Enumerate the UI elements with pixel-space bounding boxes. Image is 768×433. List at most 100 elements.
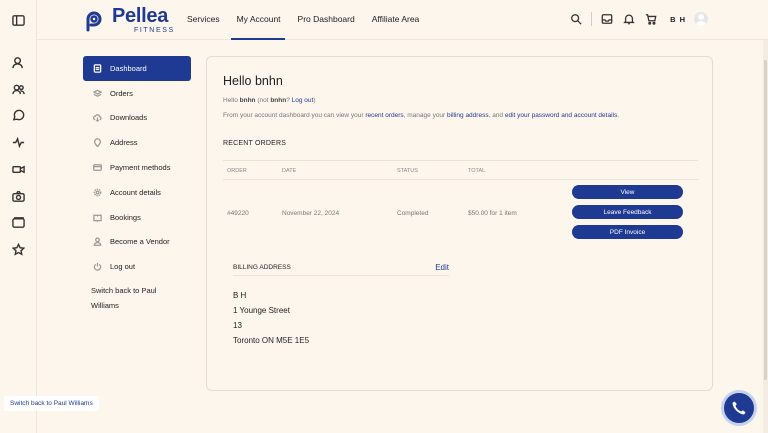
account-nav-label: Address bbox=[110, 138, 138, 148]
column-status: STATUS bbox=[397, 168, 418, 174]
bell-icon[interactable] bbox=[622, 12, 636, 26]
brand-logo[interactable]: Pellea FITNESS bbox=[84, 6, 175, 34]
switch-back-link[interactable]: Switch back to Paul Williams bbox=[83, 283, 183, 313]
greeting-not-text: (not bbox=[255, 97, 271, 104]
avatar[interactable] bbox=[694, 12, 708, 26]
chat-icon[interactable] bbox=[11, 108, 25, 122]
power-icon bbox=[92, 262, 102, 272]
billing-address-link[interactable]: billing address bbox=[447, 112, 489, 119]
logo-mark-icon bbox=[86, 11, 102, 32]
column-total: TOTAL bbox=[468, 168, 486, 174]
order-total: $50.00 for 1 item bbox=[468, 210, 517, 217]
dashboard-icon bbox=[92, 63, 102, 73]
view-order-button[interactable]: View bbox=[572, 185, 683, 199]
logout-link[interactable]: Log out bbox=[292, 97, 314, 104]
account-nav-payment-methods[interactable]: Payment methods bbox=[83, 155, 191, 180]
camera-icon[interactable] bbox=[11, 189, 25, 203]
account-nav-bookings[interactable]: Bookings bbox=[83, 205, 191, 230]
account-nav-label: Payment methods bbox=[110, 163, 171, 173]
username-not: bnhn bbox=[270, 97, 287, 104]
account-nav-label: Become a Vendor bbox=[110, 237, 170, 247]
address-line: 13 bbox=[233, 321, 242, 330]
order-status: Completed bbox=[397, 210, 429, 217]
account-nav-dashboard[interactable]: Dashboard bbox=[83, 56, 191, 81]
orders-table: ORDER DATE STATUS TOTAL #49220 November … bbox=[223, 160, 698, 246]
sidebar-toggle-icon[interactable] bbox=[11, 13, 25, 27]
scrollbar-thumb[interactable] bbox=[764, 60, 767, 380]
brand-name: Pellea bbox=[112, 5, 169, 27]
location-pin-icon bbox=[92, 138, 102, 148]
order-number[interactable]: #49220 bbox=[227, 210, 249, 217]
account-nav-label: Orders bbox=[110, 88, 133, 98]
desc-text: From your account dashboard you can view… bbox=[223, 112, 366, 119]
billing-title: BILLING ADDRESS bbox=[233, 263, 291, 271]
recent-orders-heading: RECENT ORDERS bbox=[223, 140, 287, 147]
switch-back-floating-link[interactable]: Switch back to Paul Williams bbox=[4, 396, 99, 411]
nav-my-account[interactable]: My Account bbox=[230, 14, 285, 40]
account-nav-label: Log out bbox=[110, 262, 136, 272]
credit-card-icon bbox=[92, 163, 102, 173]
account-nav-orders[interactable]: Orders bbox=[83, 81, 191, 106]
edit-billing-link[interactable]: Edit bbox=[435, 263, 449, 272]
table-row: #49220 November 22, 2024 Completed $50.0… bbox=[223, 180, 698, 246]
cloud-download-icon bbox=[92, 113, 102, 123]
account-nav-address[interactable]: Address bbox=[83, 130, 191, 155]
activity-icon[interactable] bbox=[11, 135, 25, 149]
column-date: DATE bbox=[282, 168, 297, 174]
search-icon[interactable] bbox=[569, 12, 583, 26]
users-icon[interactable] bbox=[11, 82, 25, 96]
pdf-invoice-button[interactable]: PDF Invoice bbox=[572, 225, 683, 239]
nav-pro-dashboard[interactable]: Pro Dashboard bbox=[298, 14, 355, 24]
inbox-icon[interactable] bbox=[600, 12, 614, 26]
account-nav-label: Bookings bbox=[110, 212, 141, 222]
video-icon[interactable] bbox=[11, 162, 25, 176]
column-order: ORDER bbox=[227, 168, 247, 174]
table-header: ORDER DATE STATUS TOTAL bbox=[223, 160, 698, 180]
page-title: Hello bnhn bbox=[223, 74, 283, 88]
header-actions: B H bbox=[569, 12, 768, 26]
account-nav-label: Account details bbox=[110, 187, 161, 197]
phone-icon bbox=[732, 401, 746, 415]
username: bnhn bbox=[239, 97, 256, 104]
page-scrollbar[interactable] bbox=[763, 40, 768, 433]
header-divider bbox=[591, 12, 593, 26]
billing-address-section: BILLING ADDRESS Edit B H 1 Younge Street… bbox=[233, 259, 449, 348]
recent-orders-link[interactable]: recent orders bbox=[365, 112, 403, 119]
folder-icon[interactable] bbox=[11, 215, 25, 229]
book-icon bbox=[92, 212, 102, 222]
star-icon[interactable] bbox=[11, 242, 25, 256]
top-header: Pellea FITNESS Services My Account Pro D… bbox=[37, 0, 768, 40]
call-button[interactable] bbox=[721, 390, 757, 426]
stack-icon bbox=[92, 88, 102, 98]
user-icon[interactable] bbox=[11, 55, 25, 69]
account-nav-account-details[interactable]: Account details bbox=[83, 180, 191, 205]
billing-address: B H 1 Younge Street 13 Toronto ON M5E 1E… bbox=[233, 288, 449, 348]
cart-icon[interactable] bbox=[644, 12, 658, 26]
account-nav-label: Dashboard bbox=[110, 63, 147, 73]
desc-text: , manage your bbox=[403, 112, 448, 119]
nav-services[interactable]: Services bbox=[187, 14, 220, 24]
desc-text: . bbox=[617, 112, 620, 119]
account-nav-log-out[interactable]: Log out bbox=[83, 254, 191, 279]
user-initials[interactable]: B H bbox=[670, 15, 686, 24]
order-actions: View Leave Feedback PDF Invoice bbox=[572, 185, 683, 245]
order-date: November 22, 2024 bbox=[282, 210, 340, 217]
gear-icon bbox=[92, 187, 102, 197]
account-nav-become-vendor[interactable]: Become a Vendor bbox=[83, 230, 191, 255]
billing-header: BILLING ADDRESS Edit bbox=[233, 259, 449, 276]
nav-affiliate-area[interactable]: Affiliate Area bbox=[372, 14, 420, 24]
edit-account-link[interactable]: edit your password and account details bbox=[505, 112, 617, 119]
user-icon bbox=[92, 237, 102, 247]
greeting-line: Hello bnhn (not bnhn? Log out) bbox=[223, 97, 316, 104]
left-icon-rail bbox=[0, 0, 37, 433]
address-line: B H bbox=[233, 291, 247, 300]
main-nav: Services My Account Pro Dashboard Affili… bbox=[187, 14, 420, 40]
account-navigation: Dashboard Orders Downloads Address Payme… bbox=[83, 56, 191, 313]
leave-feedback-button[interactable]: Leave Feedback bbox=[572, 205, 683, 219]
address-line: Toronto ON M5E 1E5 bbox=[233, 336, 310, 345]
account-nav-downloads[interactable]: Downloads bbox=[83, 106, 191, 131]
greeting-text: Hello bbox=[223, 97, 240, 104]
address-line: 1 Younge Street bbox=[233, 306, 290, 315]
account-nav-label: Downloads bbox=[110, 113, 148, 123]
desc-text: , and bbox=[488, 112, 505, 119]
